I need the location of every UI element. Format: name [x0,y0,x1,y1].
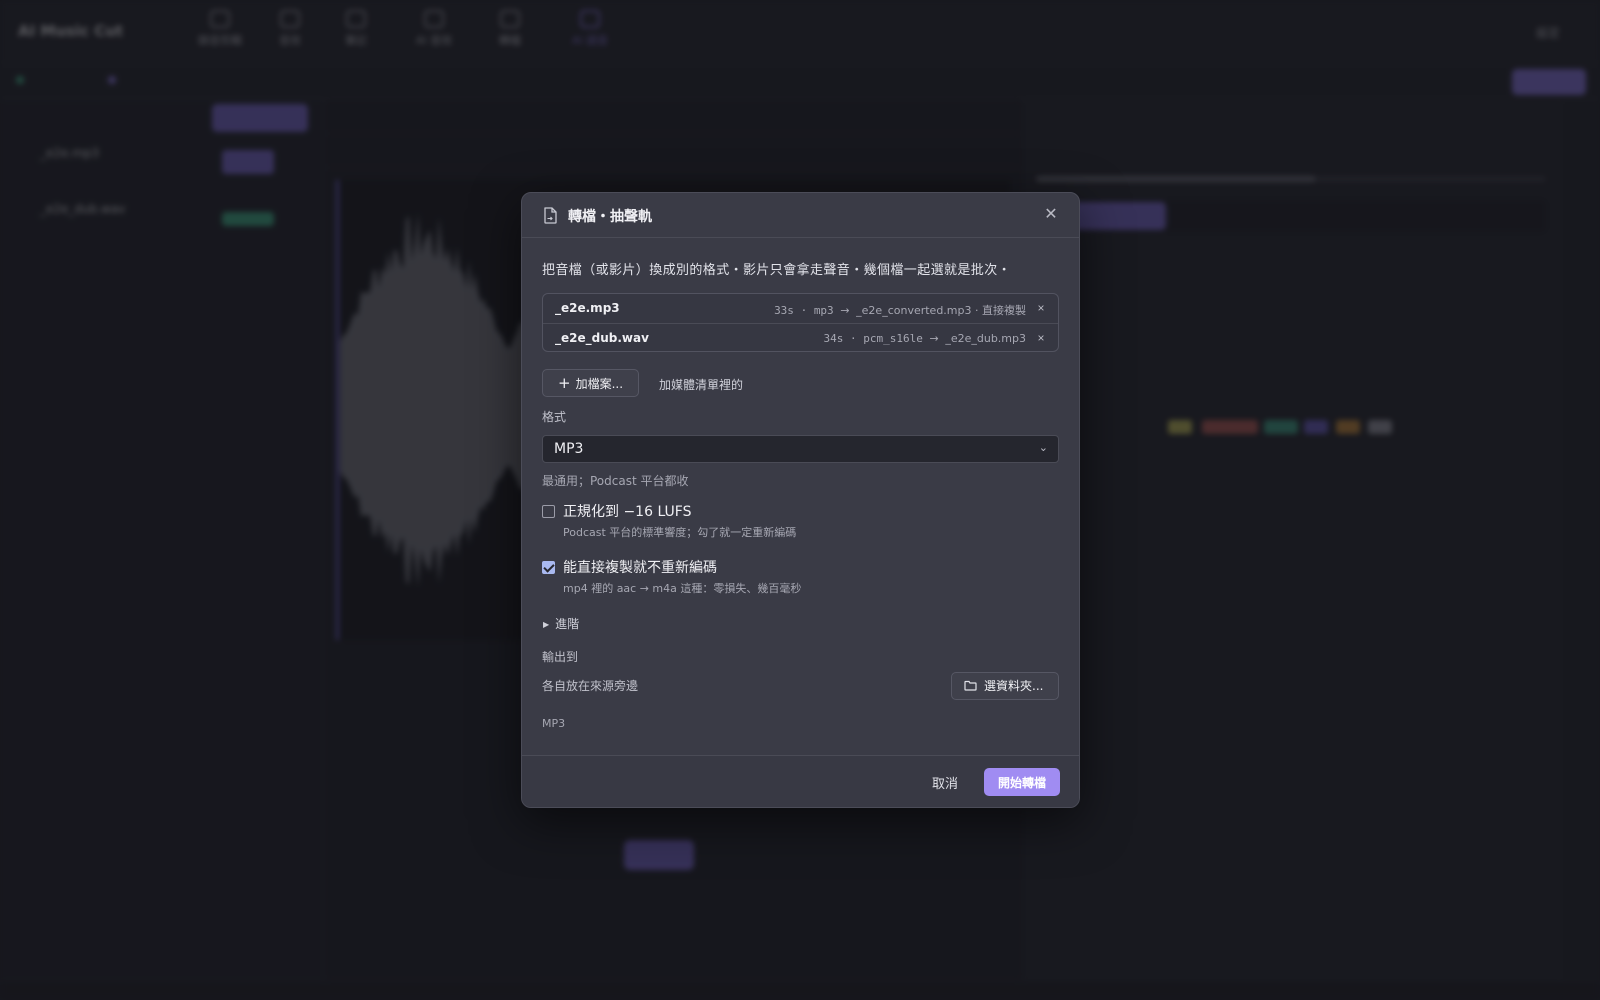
normalize-description: Podcast 平台的標準響度；勾了就一定重新編碼 [563,526,797,539]
advanced-toggle[interactable]: ▶ 進階 [543,615,579,632]
remove-file-button[interactable]: × [1034,330,1048,346]
close-icon: × [1037,331,1045,345]
format-summary: MP3 [542,717,566,730]
dialog-header: 轉檔・抽聲軌 ✕ [522,193,1079,238]
chevron-down-icon: ⌄ [1038,441,1048,454]
dialog-title: 轉檔・抽聲軌 [568,209,652,225]
close-icon: ✕ [1044,206,1058,223]
file-name: _e2e.mp3 [555,301,620,315]
format-label: 格式 [542,410,567,424]
close-icon: × [1037,301,1045,315]
dialog-description: 把音檔（或影片）換成別的格式・影片只會拿走聲音・幾個檔一起選就是批次・ [542,263,1012,278]
file-convert-icon [544,207,557,224]
folder-icon [964,680,977,691]
stream-copy-description: mp4 裡的 aac → m4a 這種：零損失、幾百毫秒 [563,582,802,595]
plus-icon: + [557,374,571,392]
file-info: 34s · pcm_s16le → _e2e_dub.mp3 [823,332,1027,345]
format-hint: 最通用；Podcast 平台都收 [542,474,689,488]
stream-copy-checkbox[interactable] [542,561,555,574]
file-name: _e2e_dub.wav [555,331,649,345]
choose-folder-button[interactable]: 選資料夾... [951,672,1059,700]
dialog-footer: 取消 開始轉檔 [522,755,1079,807]
stream-copy-label: 能直接複製就不重新編碼 [563,560,717,576]
add-from-media-list-link[interactable]: 加媒體清單裡的 [659,376,743,393]
file-info: 33s · mp3 → _e2e_converted.mp3 · 直接複製 [774,304,1026,317]
normalize-checkbox[interactable] [542,505,555,518]
convert-dialog: 轉檔・抽聲軌 ✕ 把音檔（或影片）換成別的格式・影片只會拿走聲音・幾個檔一起選就… [521,192,1080,808]
file-row: _e2e_dub.wav 34s · pcm_s16le → _e2e_dub.… [543,323,1058,352]
start-convert-button[interactable]: 開始轉檔 [984,768,1060,796]
format-select[interactable]: MP3 ⌄ [542,435,1059,463]
file-list: _e2e.mp3 33s · mp3 → _e2e_converted.mp3 … [542,293,1059,352]
file-row: _e2e.mp3 33s · mp3 → _e2e_converted.mp3 … [543,294,1058,323]
cancel-button[interactable]: 取消 [925,768,965,796]
normalize-label: 正規化到 −16 LUFS [563,504,692,520]
triangle-right-icon: ▶ [543,620,550,629]
output-location: 各自放在來源旁邊 [542,679,639,693]
remove-file-button[interactable]: × [1034,300,1048,316]
add-files-button[interactable]: + 加檔案... [542,369,639,397]
close-button[interactable]: ✕ [1041,205,1061,225]
output-label: 輸出到 [542,650,579,664]
format-select-value: MP3 [554,441,584,457]
